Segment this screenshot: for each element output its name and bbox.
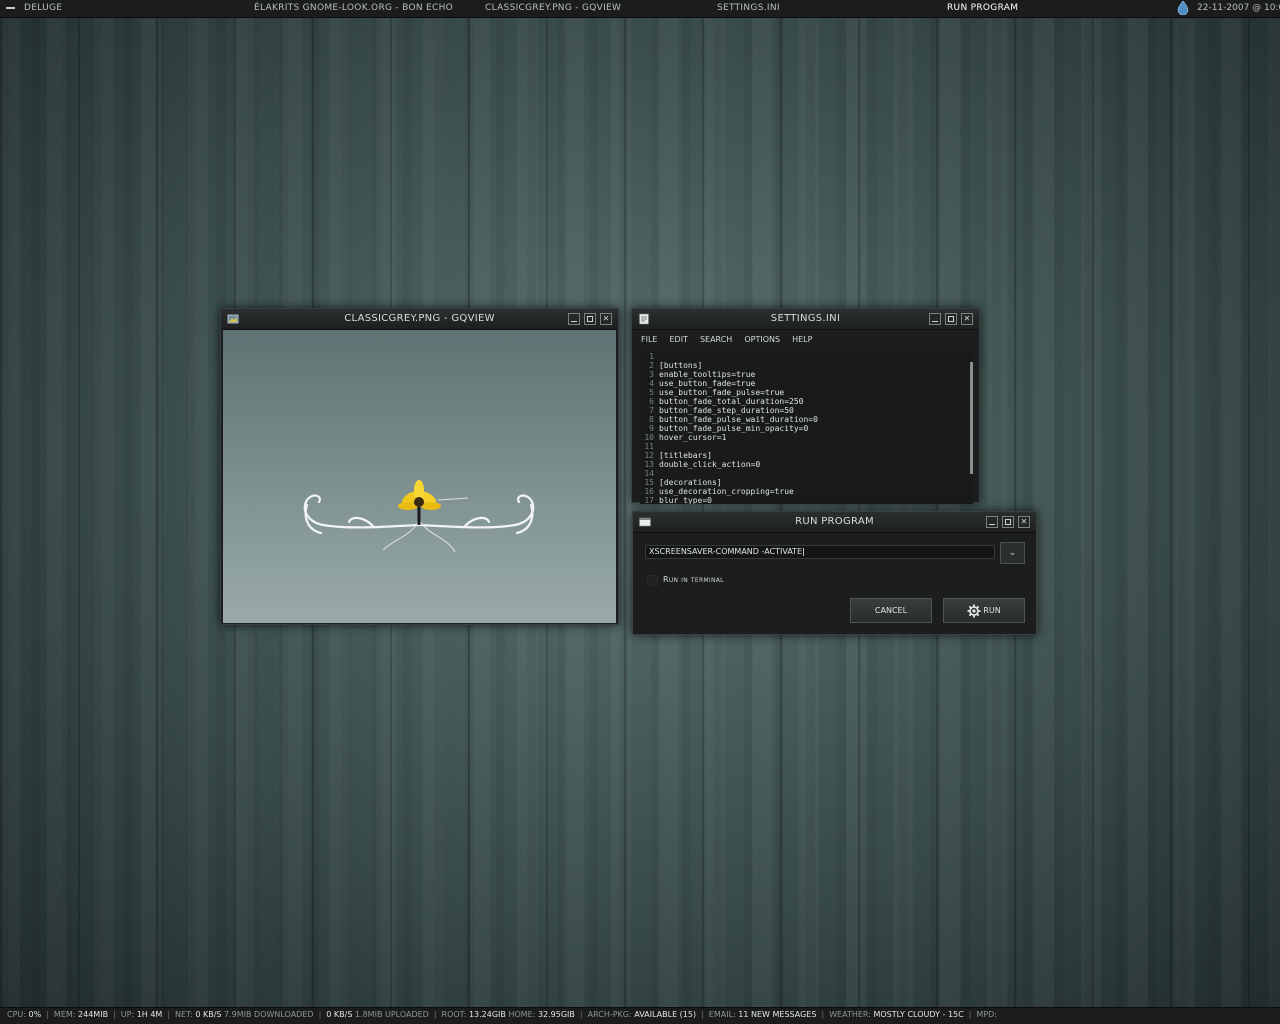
run-dialog-title: Run Program — [795, 516, 874, 527]
chevron-down-icon[interactable]: ⌄ — [1000, 542, 1025, 564]
status-cpu-value: 0% — [28, 1010, 42, 1019]
code-line: 11 — [644, 442, 654, 451]
code-line: 4 use_button_fade=true — [649, 379, 756, 388]
run-in-terminal-label: Run in terminal — [663, 575, 724, 584]
editor-title: Settings.ini — [770, 313, 841, 324]
clock: 22-11-2007 @ 10:05 — [1197, 3, 1280, 13]
run-button[interactable]: Run — [943, 598, 1025, 623]
gqview-title: classicgrey.png - GQview — [344, 313, 495, 324]
status-net-up-extra: 1.8MiB uploaded — [354, 1010, 429, 1019]
code-line: 14 — [644, 469, 654, 478]
code-line: 6 button_fade_total_duration=250 — [649, 397, 804, 406]
scrollbar[interactable] — [970, 362, 973, 474]
command-input[interactable]: xscreensaver-command -activate| — [645, 545, 995, 559]
editor-menubar: File Edit Search Options Help — [632, 330, 979, 352]
menu-edit[interactable]: Edit — [669, 335, 687, 352]
gqview-titlebar[interactable]: classicgrey.png - GQview ✕ — [221, 309, 618, 330]
menu-file[interactable]: File — [641, 335, 657, 352]
status-home-label: HOME: — [508, 1010, 536, 1019]
task-deluge[interactable]: Deluge — [24, 3, 62, 13]
status-archpkg-label: ARCH-PKG: — [587, 1010, 632, 1019]
close-button[interactable]: ✕ — [600, 313, 612, 325]
code-line: 2 [buttons] — [649, 361, 703, 370]
code-line: 17 blur_type=0 — [644, 496, 712, 504]
status-archpkg-value: available (15) — [634, 1010, 697, 1019]
minimize-button[interactable] — [986, 516, 998, 528]
close-button[interactable]: ✕ — [961, 313, 973, 325]
status-home-value: 32.95GiB — [537, 1010, 575, 1019]
code-line: 10 hover_cursor=1 — [644, 433, 727, 442]
maximize-button[interactable] — [945, 313, 957, 325]
run-dialog: Run Program ✕ xscreensaver-command -acti… — [632, 511, 1037, 635]
code-line: 3 enable_tooltips=true — [649, 370, 756, 379]
minimize-button[interactable] — [929, 313, 941, 325]
gqview-window: classicgrey.png - GQview ✕ — [220, 308, 619, 625]
run-in-terminal-checkbox[interactable] — [647, 575, 658, 586]
flower-image — [303, 480, 535, 553]
status-email-label: EMAIL: — [708, 1010, 736, 1019]
status-weather-value: mostly cloudy - 15C — [873, 1010, 964, 1019]
maximize-button[interactable] — [1002, 516, 1014, 528]
status-net-label: NET: — [175, 1010, 193, 1019]
status-email-value: 11 new messages — [738, 1010, 817, 1019]
gear-icon — [967, 604, 981, 617]
close-button[interactable]: ✕ — [1018, 516, 1030, 528]
cancel-button[interactable]: Cancel — [850, 598, 932, 623]
image-canvas[interactable] — [223, 330, 616, 623]
status-weather-label: WEATHER: — [829, 1010, 871, 1019]
status-net-down-extra: 7.9MiB downloaded — [224, 1010, 314, 1019]
status-up-label: UP: — [120, 1010, 135, 1019]
status-root-label: ROOT: — [441, 1010, 467, 1019]
status-net-up-value: 0 KB/s — [326, 1010, 353, 1019]
code-line: 12 [titlebars] — [644, 451, 712, 460]
status-net-down-value: 0 KB/s — [195, 1010, 222, 1019]
code-line: 15 [decorations] — [644, 478, 722, 487]
task-browser[interactable]: Élakrits gnome-look.org - Bon Echo — [254, 3, 453, 13]
status-mem-value: 244MiB — [78, 1010, 109, 1019]
droplet-icon[interactable] — [1177, 1, 1189, 15]
status-mem-label: MEM: — [53, 1010, 76, 1019]
status-up-value: 1h 4m — [136, 1010, 163, 1019]
run-dialog-titlebar[interactable]: Run Program ✕ — [633, 512, 1036, 533]
maximize-button[interactable] — [584, 313, 596, 325]
text-area[interactable]: 1 2 [buttons] 3 enable_tooltips=true 4 use_… — [640, 352, 973, 504]
code-line: 5 use_button_fade_pulse=true — [649, 388, 785, 397]
editor-window: Settings.ini ✕ File Edit Search Options … — [631, 308, 980, 504]
menu-help[interactable]: Help — [792, 335, 812, 352]
code-line: 8 button_fade_pulse_wait_duration=0 — [649, 415, 818, 424]
status-root-value: 13.24GiB — [468, 1010, 506, 1019]
status-bar: CPU: 0% | MEM: 244MiB | UP: 1h 4m | NET: 0 KB/… — [0, 1007, 1280, 1024]
code-line: 16 use_decoration_cropping=true — [644, 487, 794, 496]
code-line: 7 button_fade_step_duration=50 — [649, 406, 794, 415]
editor-titlebar[interactable]: Settings.ini ✕ — [632, 309, 979, 330]
code-line: 1 — [649, 352, 654, 361]
status-cpu-label: CPU: — [7, 1010, 26, 1019]
top-panel: Deluge Élakrits gnome-look.org - Bon Ech… — [0, 0, 1280, 18]
task-gqview[interactable]: classicgrey.png - GQview — [485, 3, 621, 13]
task-settings[interactable]: Settings.ini — [717, 3, 780, 13]
menu-icon[interactable] — [6, 7, 15, 9]
menu-options[interactable]: Options — [744, 335, 780, 352]
task-run-program[interactable]: Run Program — [947, 3, 1018, 13]
minimize-button[interactable] — [568, 313, 580, 325]
code-line: 13 double_click_action=0 — [644, 460, 761, 469]
menu-search[interactable]: Search — [700, 335, 732, 352]
code-line: 9 button_fade_pulse_min_opacity=0 — [649, 424, 809, 433]
status-mpd-label: MPD: — [976, 1010, 998, 1019]
